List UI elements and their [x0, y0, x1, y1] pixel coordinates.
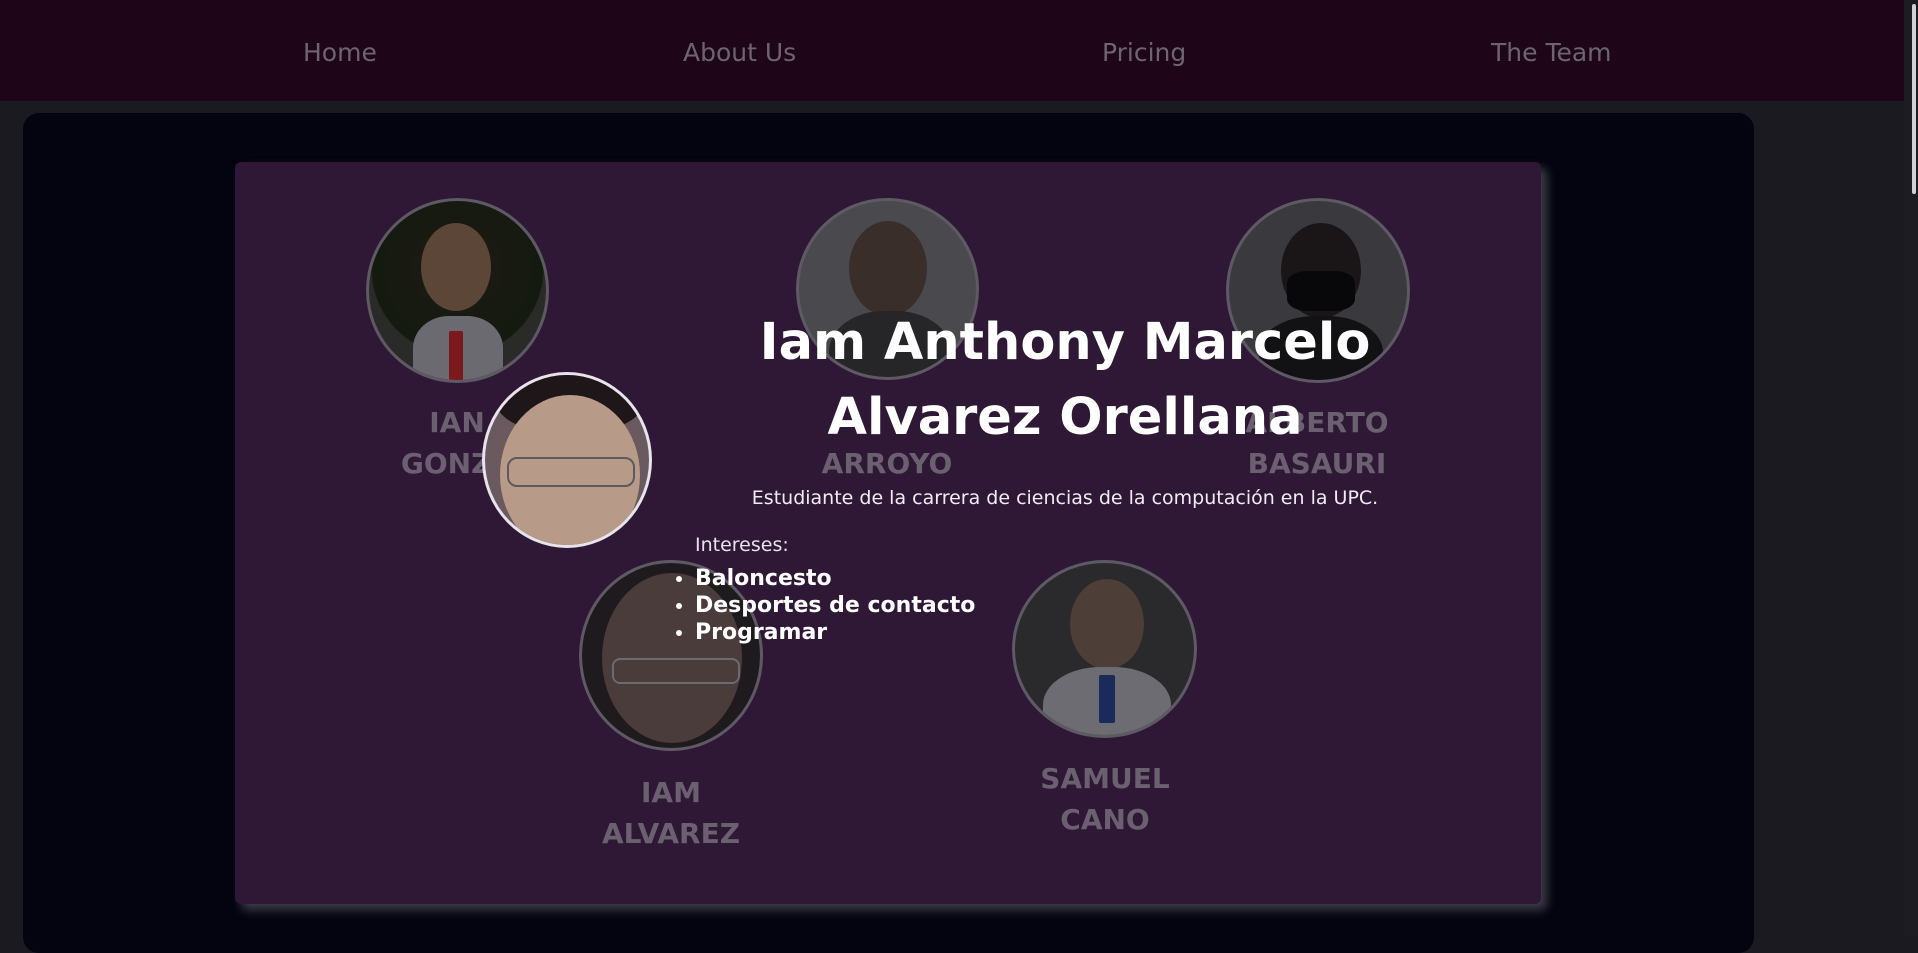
page-scrollbar[interactable] — [1904, 0, 1918, 935]
member-tie — [449, 331, 463, 380]
member-tie — [1099, 675, 1115, 723]
interest-item: Programar — [695, 619, 975, 646]
selected-member-photo[interactable] — [482, 372, 652, 548]
selected-member-name-line: Alvarez Orellana — [827, 388, 1303, 447]
interest-item: Baloncesto — [695, 565, 975, 592]
member-portrait — [421, 223, 491, 311]
top-navbar: Home About Us Pricing The Team — [0, 0, 1918, 101]
member-portrait — [1070, 579, 1144, 669]
nav-home-link[interactable]: Home — [303, 38, 377, 67]
nav-about-us-link[interactable]: About Us — [683, 38, 796, 67]
scrollbar-thumb[interactable] — [1912, 4, 1916, 194]
member-portrait — [849, 221, 927, 316]
member-name-iam: IAM ALVAREZ — [561, 772, 781, 854]
interests-label: Intereses: — [695, 534, 789, 556]
member-photo-samuel[interactable] — [1012, 560, 1197, 738]
member-name-line: CANO — [1060, 803, 1150, 836]
member-glasses — [612, 658, 740, 684]
selected-member-name: Iam Anthony Marcelo Alvarez Orellana — [730, 305, 1400, 455]
member-name-line: ALVAREZ — [601, 817, 741, 850]
selected-member-name-line: Iam Anthony Marcelo — [759, 313, 1371, 372]
interest-item: Desportes de contacto — [695, 592, 975, 619]
nav-the-team-link[interactable]: The Team — [1491, 38, 1612, 67]
member-name-samuel: SAMUEL CANO — [995, 758, 1215, 840]
selected-member-description: Estudiante de la carrera de ciencias de … — [751, 487, 1379, 509]
member-name-line: IAM — [641, 776, 701, 809]
selected-member-glasses — [507, 457, 635, 487]
interests-list: Baloncesto Desportes de contacto Program… — [667, 565, 975, 646]
member-name-line: SAMUEL — [1040, 762, 1170, 795]
nav-pricing-link[interactable]: Pricing — [1102, 38, 1186, 67]
member-photo-ian[interactable] — [366, 198, 549, 383]
